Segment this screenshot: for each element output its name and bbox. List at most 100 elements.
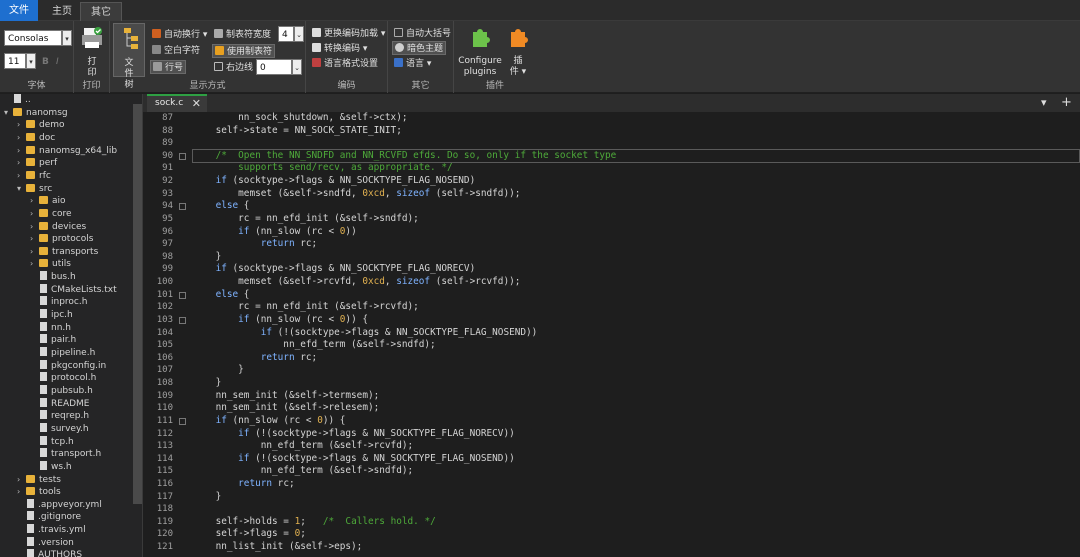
chevron-right-icon[interactable]: › (30, 246, 39, 259)
tree-file[interactable]: ipc.h (30, 309, 73, 322)
right-edge-checkbox[interactable]: 右边线 (214, 61, 253, 75)
chevron-right-icon[interactable]: › (30, 195, 39, 208)
tree-file[interactable]: protocol.h (30, 372, 96, 385)
italic-button[interactable]: I (56, 55, 59, 69)
word-wrap-button[interactable]: 自动换行 ▾ (152, 28, 207, 42)
file-icon (40, 321, 47, 331)
code-line: if (socktype->flags & NN_SOCKTYPE_FLAG_N… (215, 175, 476, 187)
code-area[interactable]: nn_sock_shutdown, &self->ctx); self->sta… (192, 112, 1080, 557)
tree-folder[interactable]: › demo (17, 119, 65, 132)
line-number: 114 (156, 453, 173, 464)
tree-file[interactable]: .travis.yml (17, 524, 86, 537)
tab-width-spin-icon[interactable]: ⌄ (294, 26, 304, 42)
convert-encoding-button[interactable]: 转换编码 ▾ (312, 42, 367, 56)
tree-file[interactable]: README (30, 397, 89, 411)
line-number: 89 (162, 138, 173, 149)
tab-other[interactable]: 其它 (80, 2, 122, 21)
bold-button[interactable]: B (42, 55, 49, 69)
tree-folder[interactable]: › devices (30, 221, 86, 234)
file-tree-button[interactable]: 文件树 (113, 23, 145, 90)
auto-brackets-button[interactable]: 自动大括号 (394, 27, 451, 41)
fold-toggle-icon[interactable] (179, 417, 186, 425)
chevron-right-icon[interactable]: › (17, 132, 26, 145)
print-button[interactable]: 打印 (78, 25, 106, 79)
font-name-dropdown-icon[interactable]: ▾ (62, 30, 72, 46)
whitespace-button[interactable]: 空白字符 (152, 44, 200, 58)
tree-folder[interactable]: › perf (17, 157, 57, 170)
language-button[interactable]: 语言 ▾ (394, 57, 431, 71)
font-name-select[interactable]: Consolas (4, 30, 62, 46)
chevron-right-icon[interactable]: › (17, 157, 26, 170)
tree-file[interactable]: pipeline.h (30, 347, 95, 360)
convert-encoding-icon (312, 43, 321, 52)
fold-toggle-icon[interactable] (179, 316, 186, 324)
tree-file[interactable]: inproc.h (30, 296, 87, 309)
tree-folder[interactable]: ▾ src (17, 183, 52, 196)
tree-folder[interactable]: › protocols (30, 233, 93, 246)
tree-scrollbar[interactable] (133, 104, 142, 504)
tree-file[interactable]: bus.h (30, 271, 76, 284)
tree-file[interactable]: .version (17, 536, 74, 550)
fold-toggle-icon[interactable] (179, 203, 186, 211)
tree-file[interactable]: CMakeLists.txt (30, 283, 117, 297)
tree-folder[interactable]: › tools (17, 486, 61, 499)
configure-plugins-button[interactable]: Configure plugins (456, 24, 504, 78)
tree-file[interactable]: reqrep.h (30, 410, 89, 423)
tree-file[interactable]: pkgconfig.in (30, 359, 106, 373)
chevron-right-icon[interactable]: › (30, 233, 39, 246)
font-size-dropdown-icon[interactable]: ▾ (26, 53, 36, 69)
plugins-button[interactable]: 插 件 ▾ (504, 24, 532, 78)
tree-file[interactable]: transport.h (30, 448, 101, 461)
chevron-right-icon[interactable]: › (17, 170, 26, 183)
chevron-right-icon[interactable]: › (17, 486, 26, 499)
change-encoding-button[interactable]: 更换编码加载 ▾ (312, 27, 385, 41)
tree-folder[interactable]: › rfc (17, 170, 51, 183)
tab-width-input[interactable]: 4 (278, 26, 294, 42)
use-tabs-button[interactable]: 使用制表符 (212, 44, 276, 58)
code-editor[interactable]: 87 88 89 90 91 92 93 94 95 96 97 98 99 100 101 102 103 10… (143, 112, 1080, 557)
chevron-right-icon[interactable]: › (30, 208, 39, 221)
tree-folder[interactable]: › core (30, 208, 72, 221)
tree-file[interactable]: pair.h (30, 334, 76, 347)
chevron-right-icon[interactable]: › (17, 145, 26, 158)
tree-folder[interactable]: ▾ nanomsg (4, 107, 68, 120)
language-format-button[interactable]: 语言格式设置 (312, 57, 378, 71)
font-size-select[interactable]: 11 (4, 53, 26, 69)
tree-file[interactable]: pubsub.h (30, 384, 93, 398)
tree-file[interactable]: .. (4, 94, 31, 107)
tree-folder[interactable]: › utils (30, 258, 71, 271)
tree-file[interactable]: .appveyor.yml (17, 498, 102, 512)
line-number: 110 (156, 403, 173, 414)
close-icon[interactable]: ✕ (192, 96, 201, 111)
tree-item-label: AUTHORS (38, 550, 83, 557)
line-number: 94 (162, 201, 173, 212)
tree-folder[interactable]: › tests (17, 474, 61, 487)
chevron-down-icon[interactable]: ▾ (17, 183, 26, 196)
tree-file[interactable]: .gitignore (17, 511, 81, 524)
fold-toggle-icon[interactable] (179, 152, 186, 160)
tab-home[interactable]: 主页 (42, 2, 82, 21)
tab-sock-c[interactable]: sock.c ✕ (147, 94, 207, 112)
right-edge-input[interactable]: 0 (256, 59, 292, 75)
tree-file[interactable]: nn.h (30, 321, 71, 335)
tree-folder[interactable]: › doc (17, 132, 55, 145)
tree-folder[interactable]: › aio (30, 195, 66, 208)
fold-toggle-icon[interactable] (179, 291, 186, 299)
chevron-right-icon[interactable]: › (30, 258, 39, 271)
right-edge-spin-icon[interactable]: ⌄ (292, 59, 302, 75)
line-numbers-button[interactable]: 行号 (150, 60, 187, 74)
chevron-right-icon[interactable]: › (17, 119, 26, 132)
chevron-right-icon[interactable]: › (17, 474, 26, 487)
chevron-down-icon[interactable]: ▾ (4, 107, 13, 120)
tree-file[interactable]: AUTHORS (17, 549, 82, 557)
tree-file[interactable]: tcp.h (30, 435, 74, 449)
tree-file[interactable]: survey.h (30, 422, 89, 436)
tab-file[interactable]: 文件 (0, 0, 38, 21)
tree-file[interactable]: ws.h (30, 460, 72, 474)
chevron-right-icon[interactable]: › (30, 221, 39, 234)
tree-folder[interactable]: › transports (30, 246, 98, 259)
dark-theme-button[interactable]: 暗色主题 (392, 41, 447, 55)
new-tab-icon[interactable]: + (1061, 94, 1072, 112)
tab-list-dropdown-icon[interactable]: ▾ (1041, 94, 1047, 112)
tree-folder[interactable]: › nanomsg_x64_lib (17, 145, 117, 158)
